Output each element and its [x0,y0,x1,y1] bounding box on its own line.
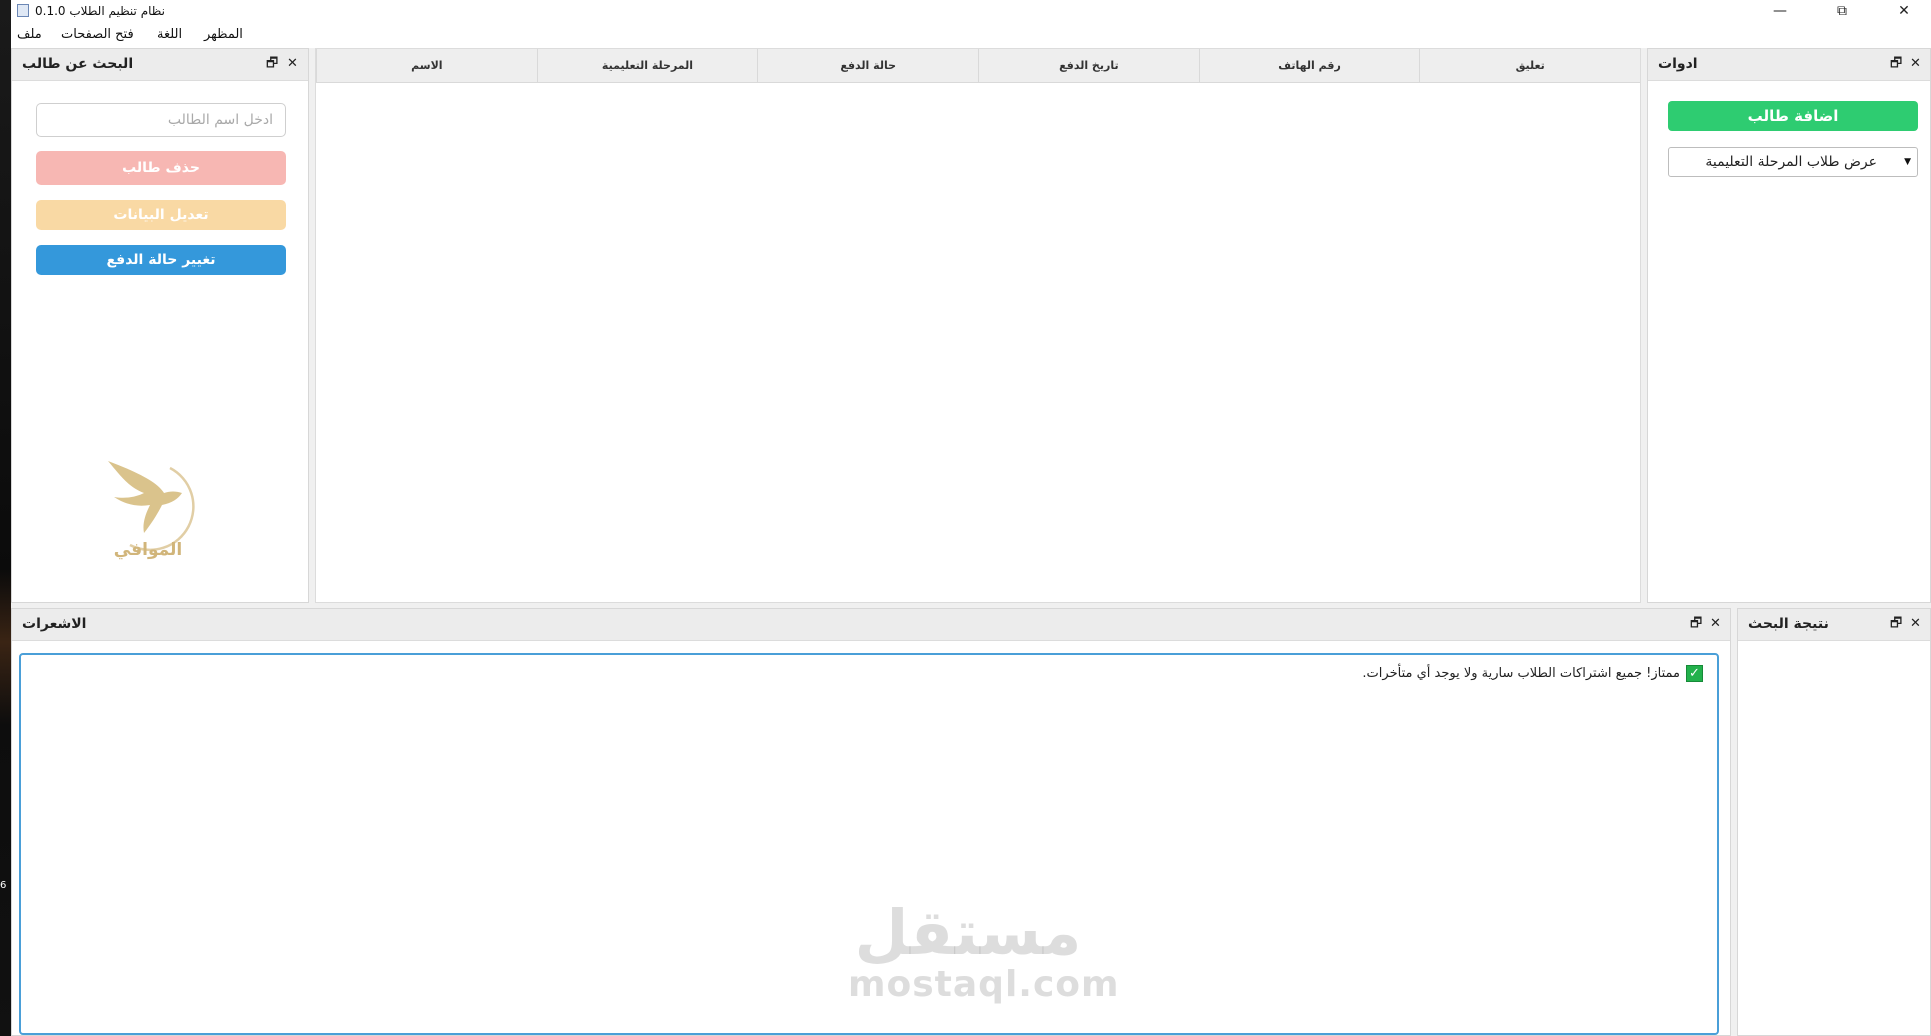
menu-appearance[interactable]: المظهر [204,27,243,42]
column-header-phone[interactable]: رقم الهاتف [1198,49,1420,82]
minimize-button[interactable]: — [1757,0,1803,22]
notifications-panel: الاشعرات ✕ 🗗 ✓ ممتاز! جميع اشتراكات الطل… [11,608,1731,1036]
menu-file[interactable]: ملف [17,27,42,42]
stage-filter-select[interactable]: عرض طلاب المرحلة التعليمية ▼ [1668,147,1918,177]
title-bar[interactable]: نظام تنظيم الطلاب 0.1.0 — ⧉ ✕ [11,0,1931,22]
edit-data-button[interactable]: تعديل البيانات [36,200,286,230]
search-panel: ✕ 🗗 البحث عن طالب حذف طالب تعديل البيانا… [11,48,309,603]
tools-panel: ادوات ✕ 🗗 اضافة طالب عرض طلاب المرحلة ال… [1647,48,1931,603]
stage-filter-value: عرض طلاب المرحلة التعليمية [1705,154,1877,170]
menu-language[interactable]: اللغة [157,27,182,42]
notifications-panel-title: الاشعرات [22,616,87,632]
logo-eagle-icon: الموافي [108,461,195,560]
student-search-input[interactable] [36,103,286,137]
close-icon[interactable]: ✕ [287,56,298,72]
search-results-panel-title: نتيجة البحث [1748,616,1829,632]
menu-open-pages[interactable]: فتح الصفحات [61,27,134,42]
column-header-comment[interactable]: تعليق [1419,49,1640,82]
search-results-panel: نتيجة البحث ✕ 🗗 [1737,608,1931,1036]
column-header-payment-date[interactable]: تاريخ الدفع [978,49,1199,82]
desktop-number: 6 [0,880,7,891]
logo-text: الموافي [114,540,182,560]
float-icon[interactable]: 🗗 [1890,56,1902,72]
close-icon[interactable]: ✕ [1910,616,1921,632]
desktop-background: 6 [0,0,11,1036]
restore-button[interactable]: ⧉ [1819,0,1865,22]
add-student-button[interactable]: اضافة طالب [1668,101,1918,131]
close-window-button[interactable]: ✕ [1881,0,1927,22]
column-header-name[interactable]: الاسم [316,49,537,82]
tools-panel-header: ادوات ✕ 🗗 [1648,49,1930,81]
float-icon[interactable]: 🗗 [1690,616,1702,632]
notifications-list[interactable]: ✓ ممتاز! جميع اشتراكات الطلاب سارية ولا … [19,653,1719,1035]
app-icon [17,4,29,17]
menu-bar: ملف فتح الصفحات اللغة المظهر [11,22,1931,48]
notification-text: ممتاز! جميع اشتراكات الطلاب سارية ولا يو… [1362,666,1680,681]
close-icon[interactable]: ✕ [1910,56,1921,72]
search-panel-title: البحث عن طالب [22,56,134,72]
window-title: نظام تنظيم الطلاب 0.1.0 [35,4,165,18]
notification-item: ✓ ممتاز! جميع اشتراكات الطلاب سارية ولا … [1362,665,1703,682]
float-icon[interactable]: 🗗 [266,56,278,72]
column-header-payment-status[interactable]: حالة الدفع [757,49,978,82]
tools-panel-title: ادوات [1658,56,1698,72]
change-payment-status-button[interactable]: تغيير حالة الدفع [36,245,286,275]
check-icon: ✓ [1686,665,1703,682]
search-panel-header: ✕ 🗗 البحث عن طالب [12,49,308,81]
students-table[interactable]: الاسم المرحلة التعليمية حالة الدفع تاريخ… [315,48,1641,603]
dropdown-arrow-icon: ▼ [1904,157,1911,167]
notifications-panel-header: الاشعرات ✕ 🗗 [12,609,1730,641]
screen: 6 نظام تنظيم الطلاب 0.1.0 — ⧉ ✕ ملف فتح … [0,0,1931,1036]
table-header: الاسم المرحلة التعليمية حالة الدفع تاريخ… [316,49,1640,83]
column-header-stage[interactable]: المرحلة التعليمية [536,49,758,82]
close-icon[interactable]: ✕ [1710,616,1721,632]
delete-student-button[interactable]: حذف طالب [36,151,286,185]
app-window: نظام تنظيم الطلاب 0.1.0 — ⧉ ✕ ملف فتح ال… [11,0,1931,1036]
search-results-panel-header: نتيجة البحث ✕ 🗗 [1738,609,1930,641]
float-icon[interactable]: 🗗 [1890,616,1902,632]
